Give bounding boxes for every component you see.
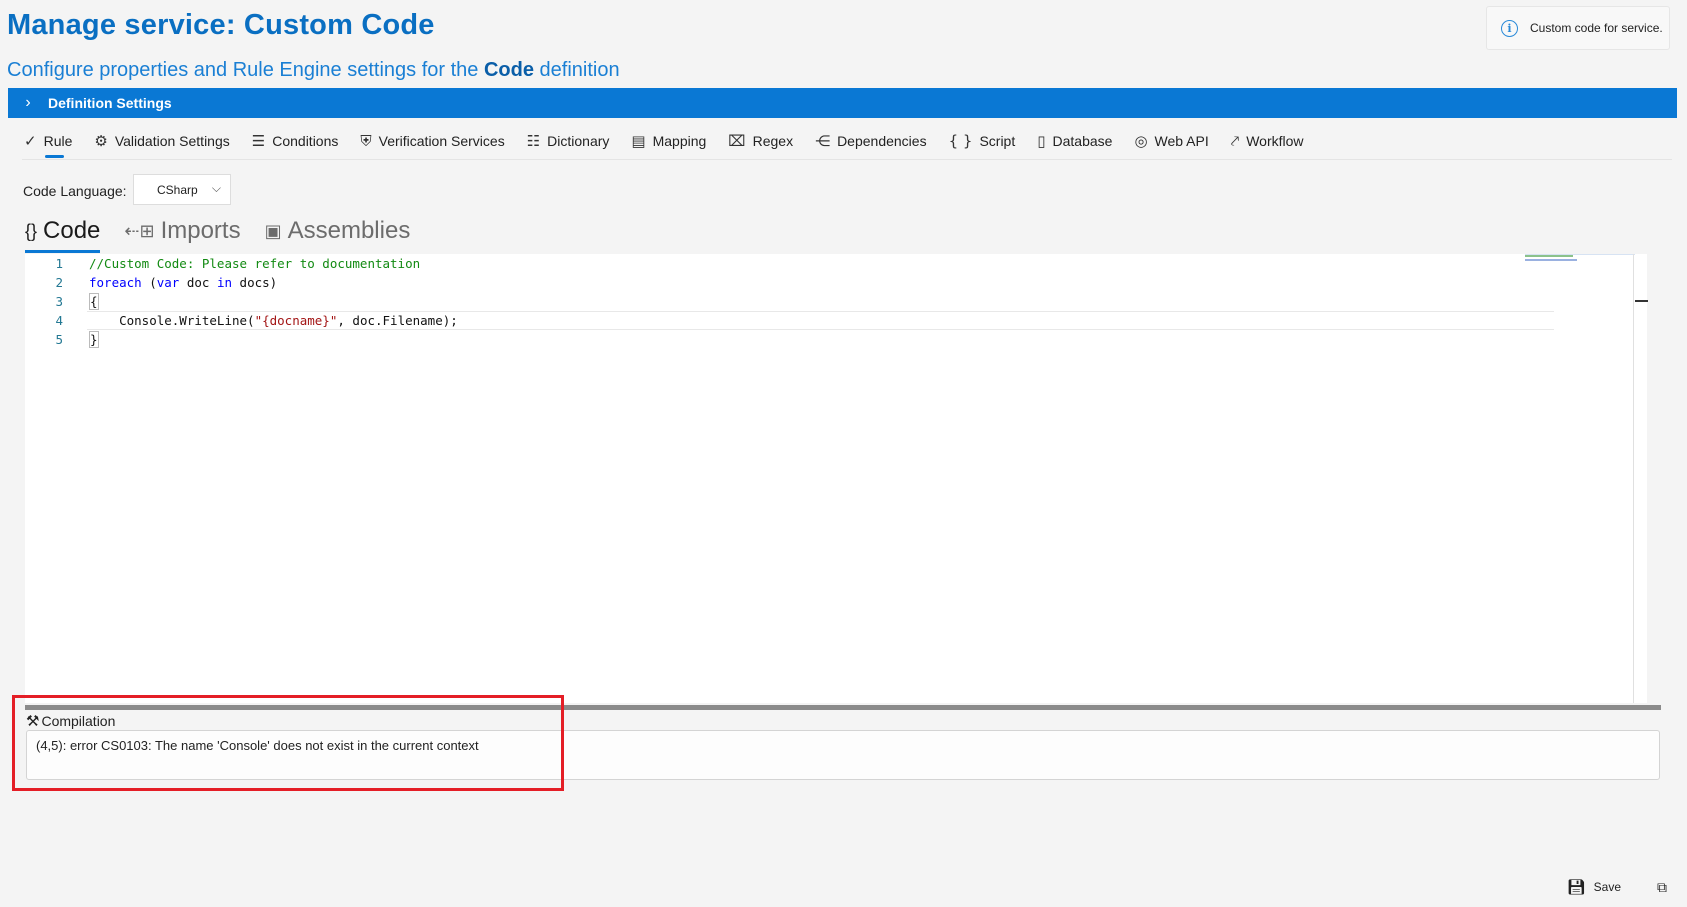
subtitle-suffix: definition [533, 59, 620, 81]
page-title: Manage service: Custom Code [7, 9, 435, 41]
tab-mapping-label: Mapping [652, 133, 707, 149]
tab-imports-label: Imports [160, 217, 241, 244]
check-icon: ✓ [24, 132, 37, 150]
workflow-icon: ⤤ [1230, 132, 1240, 150]
tab-assemblies-label: Assemblies [287, 217, 411, 244]
subtitle-bold: Code [483, 59, 534, 81]
code-line: 3 { [25, 292, 99, 311]
code-editor[interactable]: 1 //Custom Code: Please refer to documen… [25, 254, 1648, 703]
editor-scrollbar[interactable] [1633, 254, 1648, 703]
tab-code-label: Code [43, 217, 101, 244]
page-subtitle: Configure properties and Rule Engine set… [7, 59, 620, 82]
code-text: //Custom Code: Please refer to documenta… [89, 256, 421, 271]
compilation-title: Compilation [41, 713, 116, 729]
tab-database[interactable]: ▯ Database [1037, 125, 1112, 157]
tab-web-api-label: Web API [1154, 133, 1209, 149]
web-api-icon: ◎ [1134, 132, 1148, 150]
code-text: foreach (var doc in docs) [89, 275, 278, 290]
minimap-line [1525, 259, 1577, 261]
tab-script-label: Script [979, 133, 1016, 149]
compilation-header: ⚒ Compilation [26, 712, 115, 730]
code-language-value: CSharp [157, 182, 198, 197]
imports-icon: ⇠⊞ [124, 220, 155, 241]
tab-database-label: Database [1052, 133, 1113, 149]
info-tooltip: i Custom code for service. [1486, 6, 1670, 50]
list-icon: ☰ [251, 132, 266, 150]
tab-dependencies-label: Dependencies [837, 133, 927, 149]
tab-validation-settings-label: Validation Settings [114, 133, 230, 149]
braces-icon: { } [948, 132, 973, 150]
popout-icon[interactable]: ⧉ [1657, 879, 1667, 896]
tab-workflow-label: Workflow [1246, 133, 1304, 149]
code-text: } [89, 331, 99, 348]
tab-dictionary-label: Dictionary [547, 133, 610, 149]
code-line: 1 //Custom Code: Please refer to documen… [25, 254, 420, 273]
definition-settings-bar[interactable]: › Definition Settings [8, 88, 1677, 118]
database-icon: ▯ [1037, 132, 1046, 150]
code-language-select[interactable]: CSharp ⌵ [133, 174, 231, 205]
tab-rule[interactable]: ✓ Rule [24, 125, 73, 158]
line-number: 1 [55, 256, 63, 271]
line-number: 3 [55, 294, 63, 309]
scrollbar-thumb[interactable] [1635, 300, 1648, 302]
info-text: Custom code for service. [1530, 21, 1663, 35]
code-tabs: {} Code ⇠⊞ Imports ▣ Assemblies [25, 215, 434, 253]
line-number: 2 [55, 275, 63, 290]
code-line: 5 } [25, 330, 99, 349]
tab-regex-label: Regex [752, 133, 794, 149]
footer-actions: 💾︎ Save ⧉ [1567, 878, 1667, 897]
tab-mapping[interactable]: ▤ Mapping [631, 125, 706, 157]
save-icon: 💾︎ [1566, 879, 1586, 896]
chevron-right-icon[interactable]: › [8, 94, 48, 112]
line-number: 5 [55, 332, 63, 347]
settings-validation-icon: ⚙ [94, 132, 108, 150]
save-button[interactable]: 💾︎ Save [1567, 878, 1621, 896]
info-icon: i [1501, 19, 1518, 37]
tab-verification-services-label: Verification Services [378, 133, 505, 149]
tab-regex[interactable]: ⌧ Regex [728, 125, 793, 157]
tab-dictionary[interactable]: ☷ Dictionary [527, 125, 610, 157]
shield-icon: ⛨ [360, 132, 372, 150]
dictionary-icon: ☷ [526, 132, 541, 150]
definition-toolbar: ✓ Rule ⚙ Validation Settings ☰ Conditions ⛨… [24, 125, 1326, 158]
tab-assemblies[interactable]: ▣ Assemblies [265, 217, 411, 251]
tab-workflow[interactable]: ⤤ Workflow [1231, 125, 1304, 157]
regex-icon: ⌧ [728, 132, 746, 150]
tab-verification-services[interactable]: ⛨ Verification Services [360, 125, 504, 157]
assemblies-icon: ▣ [264, 220, 282, 241]
tab-dependencies[interactable]: ⋲ Dependencies [815, 125, 927, 157]
compilation-error-icon: ⚒ [26, 713, 40, 730]
tab-script[interactable]: { } Script [949, 125, 1016, 157]
code-language-label: Code Language: [23, 183, 127, 199]
braces-icon: {} [25, 220, 38, 241]
tab-validation-settings[interactable]: ⚙ Validation Settings [94, 125, 229, 157]
tab-code[interactable]: {} Code [25, 217, 101, 253]
chevron-down-icon: ⌵ [211, 181, 221, 195]
compilation-message: (4,5): error CS0103: The name 'Console' … [36, 738, 479, 753]
dependencies-icon: ⋲ [815, 132, 831, 150]
code-text: { [89, 293, 99, 310]
minimap-line [1525, 255, 1573, 257]
compilation-output: (4,5): error CS0103: The name 'Console' … [26, 730, 1660, 780]
panel-splitter[interactable] [25, 705, 1661, 710]
code-line: 2 foreach (var doc in docs) [25, 273, 277, 292]
tab-imports[interactable]: ⇠⊞ Imports [124, 217, 240, 251]
save-label: Save [1593, 880, 1621, 894]
mapping-icon: ▤ [631, 132, 646, 150]
tab-conditions-label: Conditions [272, 133, 339, 149]
toolbar-divider [22, 159, 1672, 160]
tab-web-api[interactable]: ◎ Web API [1134, 125, 1208, 157]
code-line: 4 Console.WriteLine("{docname}", doc.Fil… [25, 311, 457, 330]
line-number: 4 [55, 313, 63, 328]
code-text: Console.WriteLine("{docname}", doc.Filen… [89, 313, 458, 328]
subtitle-prefix: Configure properties and Rule Engine set… [7, 59, 484, 81]
minimap[interactable] [1525, 254, 1635, 264]
tab-conditions[interactable]: ☰ Conditions [252, 125, 339, 157]
tab-rule-label: Rule [43, 133, 73, 149]
definition-settings-label: Definition Settings [48, 95, 172, 111]
